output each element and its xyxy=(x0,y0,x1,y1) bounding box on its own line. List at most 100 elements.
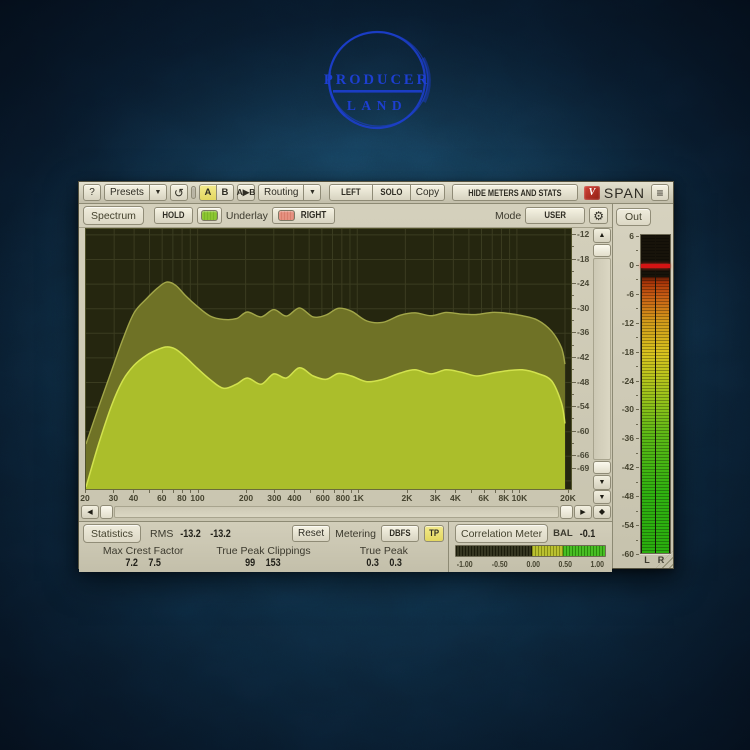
meter-label-left: L xyxy=(644,555,650,565)
output-meter-panel: Out 6 0 -6 -12 -18 -24 -30 -36 -42 -48 -54 -60 L R xyxy=(612,204,673,568)
producer-land-logo: PRODUCER LAND xyxy=(324,30,431,130)
rms-right-value: -13.2 xyxy=(210,527,232,540)
tab-spectrum[interactable]: Spectrum xyxy=(83,206,144,225)
db-tick-label: -60 xyxy=(577,425,590,436)
freq-tick-label: 80 xyxy=(177,493,187,503)
ab-slot-b-button[interactable]: B xyxy=(215,184,234,201)
meter-tick-label: -36 xyxy=(621,433,634,444)
statistics-panel: Statistics RMS -13.2 -13.2 Reset Meterin… xyxy=(79,522,448,572)
page: PRODUCER LAND ? Presets ▼ ↺ A B A▶B Rout… xyxy=(0,0,750,750)
meter-tick-label: -48 xyxy=(621,491,634,502)
chevron-down-icon: ▼ xyxy=(154,189,162,196)
help-button[interactable]: ? xyxy=(83,184,101,201)
gear-icon: ⚙ xyxy=(593,208,604,223)
db-tick-label: -24 xyxy=(577,278,590,289)
db-scale: -12 -18 -24 -30 -36 -42 -48 -54 -60 -66 -69 xyxy=(572,228,592,490)
presets-dropdown-button[interactable]: ▼ xyxy=(148,184,167,201)
spectrum-section: Spectrum HOLD Underlay RIGHT Mode USER ⚙… xyxy=(79,204,612,521)
freq-tick-label: 40 xyxy=(128,493,139,503)
spectrum-color-swatch xyxy=(200,210,218,221)
spectrum-plot[interactable] xyxy=(85,228,572,490)
h-scroll-track[interactable] xyxy=(114,505,559,518)
freq-tick-label: 3K xyxy=(429,493,441,503)
logo-text-land: LAND xyxy=(347,98,407,113)
freq-tick-label: 1K xyxy=(353,493,364,503)
meter-tick-label: 0 xyxy=(629,259,634,270)
arrow-right-icon: ▶ xyxy=(580,508,586,516)
toolbar: ? Presets ▼ ↺ A B A▶B Routing ▼ LEFT SOL… xyxy=(79,182,673,204)
db-tick-label: -69 xyxy=(577,462,590,473)
rms-label: RMS xyxy=(150,527,174,540)
db-tick-label: -12 xyxy=(577,228,590,239)
global-menu-button[interactable]: ≡ xyxy=(651,184,669,201)
mode-selector[interactable]: USER xyxy=(525,207,586,224)
freq-tick-label: 300 xyxy=(267,493,282,503)
chevron-down-icon: ▼ xyxy=(308,189,316,196)
scroll-right-button[interactable]: ▶ xyxy=(574,504,592,519)
session-color-swatch[interactable] xyxy=(190,186,196,199)
db-tick-label: -48 xyxy=(577,376,590,387)
logo-text-producer: PRODUCER xyxy=(324,72,430,88)
reset-button[interactable]: Reset xyxy=(292,525,331,542)
freq-tick-label: 20 xyxy=(80,493,90,503)
stat-true-peak: True Peak 0.3 0.3 xyxy=(359,544,408,569)
vertical-scrollbar: ▲ ▼ xyxy=(592,228,612,490)
meter-bar-r xyxy=(656,235,669,553)
tp-button[interactable]: TP xyxy=(423,525,444,542)
underlay-channel-button[interactable]: RIGHT xyxy=(271,207,335,224)
db-tick-label: -54 xyxy=(577,401,590,412)
hold-button[interactable]: HOLD xyxy=(153,207,193,224)
meter-bar-l xyxy=(642,235,655,553)
v-scroll-top-handle[interactable] xyxy=(593,244,611,257)
span-plugin-window: ? Presets ▼ ↺ A B A▶B Routing ▼ LEFT SOL… xyxy=(78,181,674,572)
dbfs-button[interactable]: DBFS xyxy=(380,525,419,542)
stat-true-peak-clippings: True Peak Clippings 99 153 xyxy=(216,544,311,569)
scroll-up-button[interactable]: ▲ xyxy=(593,228,611,243)
scroll-left-button[interactable]: ◀ xyxy=(81,504,99,519)
freq-tick-label: 4K xyxy=(449,493,461,503)
zoom-reset-button[interactable]: ◆ xyxy=(593,504,611,519)
routing-button[interactable]: Routing xyxy=(257,184,305,201)
db-tick-label: -18 xyxy=(577,253,590,264)
freq-tick-label: 800 xyxy=(335,493,350,503)
presets-button[interactable]: Presets xyxy=(104,184,150,201)
meter-tick-label: 6 xyxy=(629,231,634,241)
channel-left-button[interactable]: LEFT xyxy=(328,184,373,201)
v-scroll-bottom-handle[interactable] xyxy=(593,461,611,474)
tab-correlation-meter[interactable]: Correlation Meter xyxy=(455,524,549,543)
db-tick-label: -66 xyxy=(577,450,590,461)
arrow-up-icon: ▲ xyxy=(598,232,606,239)
horizontal-scrollbar: ◀ ▶ ◆ xyxy=(79,503,612,521)
freq-tick-label: 6K xyxy=(478,493,490,503)
meter-tick-label: -54 xyxy=(621,520,634,531)
undo-button[interactable]: ↺ xyxy=(169,184,188,201)
routing-dropdown-button[interactable]: ▼ xyxy=(303,184,322,201)
a-to-b-copy-button[interactable]: A▶B xyxy=(237,184,255,201)
correlation-segment xyxy=(563,546,605,556)
h-scroll-right-handle[interactable] xyxy=(560,504,573,519)
scroll-down-button[interactable]: ▼ xyxy=(593,475,611,490)
mode-settings-button[interactable]: ⚙ xyxy=(589,207,608,224)
underlay-label: Underlay xyxy=(225,209,268,222)
hide-meters-button[interactable]: HIDE METERS AND STATS xyxy=(452,184,578,201)
freq-tick-label: 400 xyxy=(287,493,302,503)
copy-button[interactable]: Copy xyxy=(409,184,446,201)
h-scroll-left-handle[interactable] xyxy=(100,504,113,519)
db-tick-label: -30 xyxy=(577,302,590,313)
menu-icon: ≡ xyxy=(656,185,664,200)
plugin-brand: V SPAN xyxy=(583,185,645,201)
tab-out[interactable]: Out xyxy=(616,208,651,226)
arrow-left-icon: ◀ xyxy=(87,508,93,516)
spectrum-color-button[interactable] xyxy=(196,207,222,224)
stat-max-crest-factor: Max Crest Factor 7.2 7.5 xyxy=(102,544,184,569)
meter-tick-label: -12 xyxy=(621,317,634,328)
tab-statistics[interactable]: Statistics xyxy=(83,524,142,543)
db-tick-label: -42 xyxy=(577,351,590,362)
rms-left-value: -13.2 xyxy=(180,527,202,540)
meter-tick-label: -6 xyxy=(626,288,634,299)
ab-slot-a-button[interactable]: A xyxy=(198,184,217,201)
v-scroll-track[interactable] xyxy=(593,258,611,460)
output-meter[interactable]: 6 0 -6 -12 -18 -24 -30 -36 -42 -48 -54 -60 xyxy=(613,228,673,559)
scroll-down-button2[interactable]: ▼ xyxy=(593,490,611,504)
solo-button[interactable]: SOLO xyxy=(371,184,411,201)
